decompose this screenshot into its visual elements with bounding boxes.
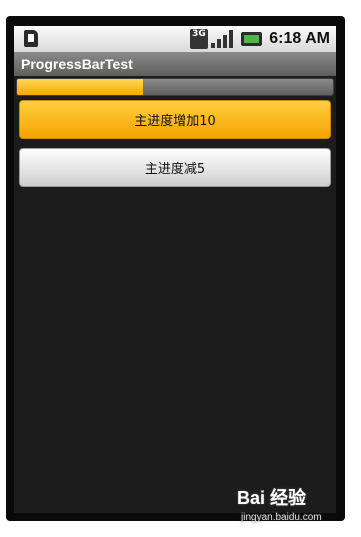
progress-bar <box>16 78 334 96</box>
status-bar: 3G 6:18 AM <box>14 26 336 52</box>
app-title-bar: ProgressBarTest <box>14 52 336 76</box>
signal-icon <box>211 30 235 48</box>
watermark-url: jingyan.baidu.com <box>241 512 322 523</box>
decrease-progress-button[interactable]: 主进度减5 <box>19 148 331 187</box>
app-title: ProgressBarTest <box>21 56 133 72</box>
increase-progress-button[interactable]: 主进度增加10 <box>19 100 331 139</box>
sd-card-icon <box>24 30 38 47</box>
progress-fill <box>17 79 144 95</box>
increase-button-label: 主进度增加10 <box>134 114 216 129</box>
battery-icon <box>241 32 262 46</box>
phone-screen: 3G 6:18 AM ProgressBarTest 主进度增加10 主进度减5 <box>14 26 336 513</box>
decrease-button-label: 主进度减5 <box>144 162 206 177</box>
network-label: 3G <box>192 29 206 39</box>
watermark-brand: Bai 经验 <box>237 488 307 508</box>
network-3g-icon: 3G <box>190 29 208 49</box>
status-time: 6:18 AM <box>269 30 330 47</box>
baidu-watermark: Bai 经验 jingyan.baidu.com <box>237 484 333 528</box>
